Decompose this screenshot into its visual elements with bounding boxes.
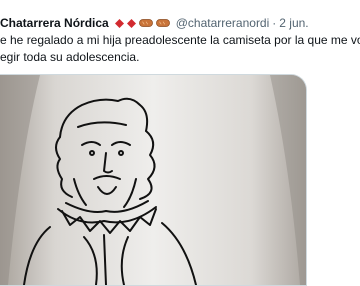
tweet-text: e he regalado a mi hija preadolescente l… [0, 32, 360, 66]
tweet-media-image[interactable] [0, 74, 307, 286]
red-diamond-icon [114, 18, 124, 28]
sausage-icon [138, 19, 153, 27]
name-emojis [114, 18, 170, 28]
tweet-date[interactable]: 2 jun. [279, 16, 308, 30]
tweet[interactable]: Chatarrera Nórdica @chatarreranordi · 2 … [0, 0, 360, 286]
separator-dot: · [272, 16, 277, 30]
sausage-icon [155, 19, 170, 27]
author-handle[interactable]: @chatarreranordi [176, 16, 270, 30]
tweet-header: Chatarrera Nórdica @chatarreranordi · 2 … [0, 14, 360, 32]
tweet-text-line: egir toda su adolescencia. [0, 50, 140, 64]
tweet-text-line: e he regalado a mi hija preadolescente l… [0, 33, 360, 47]
red-diamond-icon [126, 18, 136, 28]
shakespeare-tshirt-photo-icon [0, 75, 306, 285]
author-display-name[interactable]: Chatarrera Nórdica [0, 16, 109, 30]
